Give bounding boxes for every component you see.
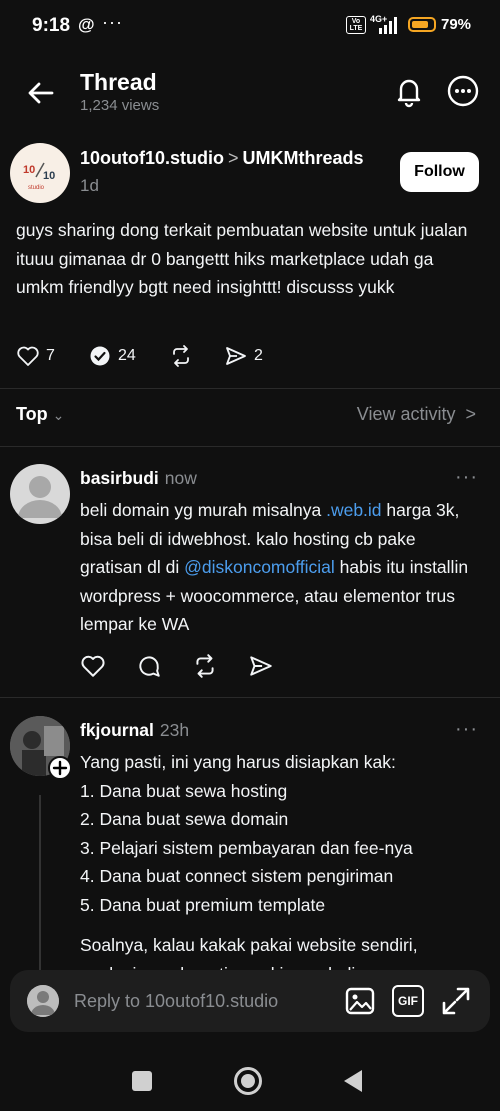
reply-author[interactable]: basirbudi now (80, 468, 197, 489)
post-time: 1d (80, 176, 99, 195)
expand-icon[interactable] (440, 985, 472, 1017)
system-nav-bar (0, 1050, 500, 1111)
divider (0, 446, 500, 447)
share-button[interactable]: 2 (224, 340, 263, 372)
community-name[interactable]: UMKMthreads (243, 148, 364, 168)
more-options-icon[interactable]: ··· (455, 718, 478, 741)
divider (0, 697, 500, 698)
list-item: 1. Dana buat sewa hosting (80, 780, 288, 801)
studio-logo-icon: 10 10 studio (23, 162, 55, 191)
thread-header: Thread 1,234 views (0, 60, 500, 124)
reply-input[interactable] (74, 986, 314, 1016)
view-activity-label: View activity (356, 404, 456, 424)
avatar[interactable] (10, 464, 70, 524)
more-options-icon[interactable]: ··· (455, 466, 478, 489)
sort-row: Top ⌄ View activity > (0, 400, 500, 436)
bell-icon[interactable] (392, 74, 426, 108)
follow-button[interactable]: Follow (400, 152, 479, 192)
battery-percent: 79% (441, 16, 472, 33)
reply-body: Yang pasti, ini yang harus disiapkan kak… (80, 748, 482, 988)
home-button[interactable] (234, 1067, 262, 1095)
svg-text:10: 10 (43, 170, 55, 182)
repost-button[interactable] (169, 340, 193, 372)
reply-bubble-icon (90, 346, 110, 366)
signal-icon (379, 17, 397, 34)
heart-icon[interactable] (80, 653, 106, 679)
heart-icon (17, 346, 39, 366)
list-item: 5. Dana buat premium template (80, 894, 326, 915)
share-count: 2 (254, 347, 263, 364)
repost-icon (173, 345, 189, 367)
reply-time: 23h (159, 720, 190, 740)
mention-link[interactable]: @diskoncomofficial (184, 557, 335, 577)
reply-outro: Soalnya, kalau kakak pakai website sendi… (80, 935, 418, 955)
thread-line (39, 795, 41, 970)
list-item: 3. Pelajari sistem pembayaran dan fee-ny… (80, 837, 413, 858)
view-count: 1,234 views (80, 97, 160, 114)
reply-actions (80, 653, 300, 683)
default-avatar-icon (27, 985, 59, 1017)
view-activity-link[interactable]: View activity > (357, 404, 476, 425)
comment-icon[interactable] (136, 653, 162, 679)
chevron-right-icon: > (228, 148, 239, 168)
sort-label: Top (16, 404, 48, 424)
divider (0, 388, 500, 389)
back-arrow-icon[interactable] (24, 76, 58, 110)
link-web-id[interactable]: .web.id (326, 500, 381, 520)
gif-button[interactable]: GIF (392, 985, 424, 1017)
chevron-right-icon: > (460, 404, 476, 424)
send-icon[interactable] (248, 653, 274, 679)
status-bar: 9:18 @ ··· Vo LTE 4G+ 79% (0, 0, 500, 52)
svg-text:studio: studio (28, 185, 45, 191)
reply-composer: GIF (10, 970, 490, 1032)
like-count: 7 (46, 347, 55, 364)
reply-count-button[interactable]: 24 (88, 340, 136, 372)
reply-time: now (164, 468, 197, 488)
default-avatar-icon (18, 476, 62, 518)
threads-icon: @ (78, 15, 95, 34)
chevron-down-icon: ⌄ (52, 407, 65, 423)
battery-icon (408, 17, 436, 32)
reply-text: beli domain yg murah misalnya (80, 500, 327, 520)
volte-icon: Vo LTE (346, 16, 366, 34)
avatar[interactable]: 10 10 studio (10, 143, 70, 203)
avatar (27, 985, 59, 1017)
send-icon (226, 347, 246, 365)
reply-body: beli domain yg murah misalnya .web.id ha… (80, 496, 482, 639)
status-time: 9:18 (32, 15, 71, 36)
like-button[interactable]: 7 (16, 340, 55, 372)
more-options-icon[interactable] (446, 74, 480, 108)
author-name[interactable]: fkjournal (80, 720, 154, 740)
author-name[interactable]: basirbudi (80, 468, 159, 488)
reply-count: 24 (118, 347, 136, 364)
system-back-button[interactable] (344, 1070, 362, 1092)
image-icon[interactable] (344, 985, 376, 1017)
follow-plus-icon[interactable] (48, 756, 72, 780)
post-author[interactable]: 10outof10.studio > UMKMthreads (80, 148, 364, 169)
sort-dropdown[interactable]: Top ⌄ (16, 404, 64, 425)
status-dots: ··· (102, 12, 123, 32)
list-item: 2. Dana buat sewa domain (80, 809, 289, 829)
reply-intro: Yang pasti, ini yang harus disiapkan kak… (80, 752, 396, 772)
svg-text:10: 10 (23, 164, 35, 176)
recent-apps-button[interactable] (132, 1071, 152, 1091)
reply-author[interactable]: fkjournal 23h (80, 720, 189, 741)
repost-icon[interactable] (192, 653, 218, 679)
post-actions: 7 24 2 (16, 340, 486, 372)
page-title: Thread (80, 69, 157, 95)
post-body: guys sharing dong terkait pembuatan webs… (16, 220, 468, 297)
gif-label: GIF (398, 994, 418, 1008)
list-item: 4. Dana buat connect sistem pengiriman (80, 866, 394, 886)
battery-fill (412, 21, 428, 28)
author-name[interactable]: 10outof10.studio (80, 148, 224, 168)
